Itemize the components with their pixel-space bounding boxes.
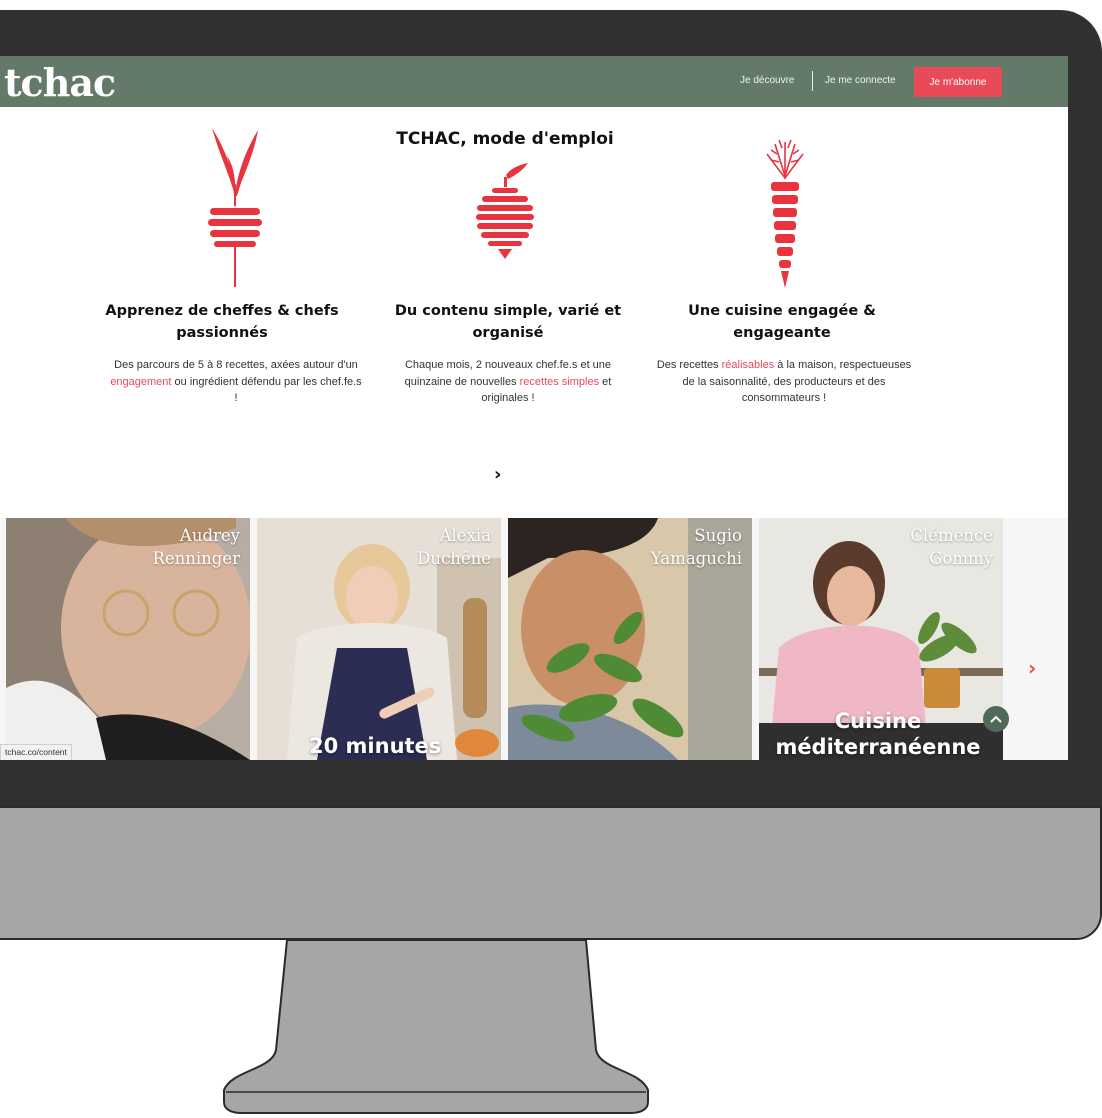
feature-title-chefs: Apprenez de cheffes & chefs passionnés: [105, 303, 339, 341]
chef-name: Clémence Gommy: [910, 524, 993, 570]
chef-name: Audrey Renninger: [152, 524, 240, 570]
chef-name: Sugio Yamaguchi: [651, 524, 742, 570]
feature-text-part: Des parcours de 5 à 8 recettes, axées au…: [114, 359, 358, 371]
scroll-to-top-button[interactable]: [983, 706, 1009, 732]
feature-text-chefs: Des parcours de 5 à 8 recettes, axées au…: [108, 357, 364, 407]
feature-text-part: ou ingrédient défendu par les chef.fe.s …: [171, 375, 362, 405]
feature-title-content: Du contenu simple, varié et organisé: [394, 303, 622, 341]
highlight-link[interactable]: réalisables: [722, 359, 775, 371]
chef-first-name: Clémence: [910, 526, 993, 545]
highlight-link[interactable]: recettes simples: [520, 376, 599, 388]
chef-card-alexia[interactable]: Alexia Duchêne 20 minutes: [257, 518, 501, 760]
carrot-icon: [766, 139, 804, 288]
status-bar-url: tchac.co/content: [0, 744, 72, 760]
nav-link-discover[interactable]: Je découvre: [740, 75, 794, 86]
feature-text-part: Des recettes: [656, 359, 722, 371]
chef-card-clemence[interactable]: Clémence Gommy Cuisine méditerranéenne: [759, 518, 1003, 760]
chef-last-name: Duchêne: [417, 549, 491, 568]
section-title: TCHAC, mode d'emploi: [396, 129, 614, 149]
site-header: tchac Je découvre Je me connecte Je m'ab…: [0, 56, 1068, 107]
feature-title-cuisine: Une cuisine engagée & engageante: [688, 303, 876, 341]
nav-link-login[interactable]: Je me connecte: [825, 75, 896, 86]
carousel-next-arrow[interactable]: ›: [1028, 656, 1036, 680]
chef-name: Alexia Duchêne: [417, 524, 491, 570]
chef-first-name: Audrey: [179, 526, 240, 545]
chef-last-name: Renninger: [152, 549, 240, 568]
chef-first-name: Alexia: [439, 526, 491, 545]
onion-icon: [476, 163, 534, 259]
tchac-logo[interactable]: tchac: [4, 60, 116, 105]
screen: tchac Je découvre Je me connecte Je m'ab…: [0, 56, 1068, 760]
intro-next-arrow[interactable]: ›: [494, 464, 501, 485]
feature-text-cuisine: Des recettes réalisables à la maison, re…: [656, 357, 912, 407]
card-tag: 20 minutes: [309, 734, 442, 758]
feature-text-content: Chaque mois, 2 nouveaux chef.fe.s et une…: [380, 357, 636, 407]
card-tag: Cuisine méditerranéenne: [775, 709, 981, 759]
highlight-link[interactable]: engagement: [110, 376, 171, 388]
chevron-up-icon: [990, 715, 1002, 723]
chef-card-sugio[interactable]: Sugio Yamaguchi: [508, 518, 752, 760]
subscribe-button[interactable]: Je m'abonne: [914, 67, 1002, 97]
chef-last-name: Gommy: [929, 549, 993, 568]
nav-divider: [812, 71, 813, 91]
chef-last-name: Yamaguchi: [650, 549, 742, 568]
chef-card-audrey[interactable]: Audrey Renninger: [6, 518, 250, 760]
chef-first-name: Sugio: [694, 526, 742, 545]
beetroot-icon: [208, 128, 262, 287]
